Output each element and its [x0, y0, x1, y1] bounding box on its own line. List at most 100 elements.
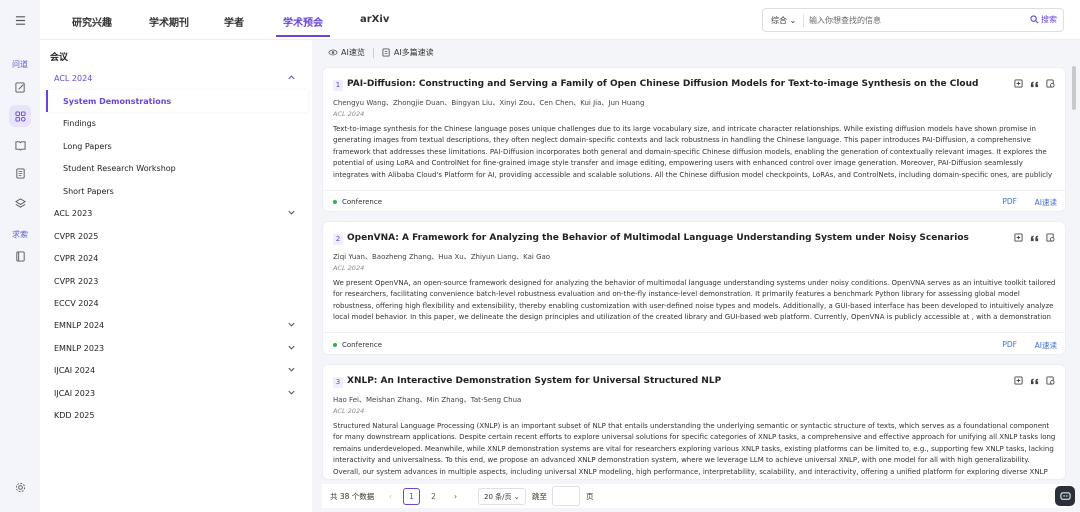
paper-title[interactable]: XNLP: An Interactive Demonstration Syste…: [347, 376, 721, 386]
sidebar-item-ijcai-2024[interactable]: IJCAI 2024: [40, 359, 312, 381]
document-icon[interactable]: [0, 166, 40, 180]
category-badge: Conference: [333, 198, 382, 206]
paper-title[interactable]: OpenVNA: A Framework for Analyzing the B…: [347, 233, 969, 243]
quote-icon[interactable]: [1030, 376, 1039, 385]
search-scope-select[interactable]: 综合 ⌄: [771, 15, 796, 26]
sidebar-item-label: KDD 2025: [54, 410, 95, 420]
paper-index: 3: [333, 377, 343, 388]
quote-icon[interactable]: [1030, 79, 1039, 88]
divider: [323, 332, 1065, 333]
edit-note-icon[interactable]: [0, 80, 40, 94]
sidebar-item-cvpr-2023[interactable]: CVPR 2023: [40, 270, 312, 292]
tab-conferences[interactable]: 学术预会: [283, 14, 323, 29]
discover-icon[interactable]: [9, 105, 31, 127]
goto-label: 跳至: [532, 492, 547, 501]
sidebar-item-label: EMNLP 2024: [54, 320, 105, 330]
status-dot: [333, 200, 337, 204]
left-rail: 问道 求索: [0, 0, 40, 512]
tab-journals[interactable]: 学术期刊: [149, 14, 189, 29]
sidebar-item-system-demonstrations[interactable]: System Demonstrations: [46, 90, 308, 112]
sidebar-item-student-research-workshop[interactable]: Student Research Workshop: [40, 157, 312, 179]
save-paper-icon[interactable]: [1046, 79, 1055, 88]
tab-arxiv[interactable]: arXiv: [360, 14, 389, 25]
paper-authors: Chengyu Wang、Zhongjie Duan、Bingyan Liu、X…: [333, 99, 645, 107]
ai-skim-button[interactable]: AI速览: [328, 47, 365, 58]
search-button[interactable]: 搜索: [1030, 14, 1057, 25]
next-page-icon[interactable]: ›: [447, 488, 464, 505]
search-icon: [1030, 15, 1039, 24]
scrollbar[interactable]: [1072, 66, 1076, 110]
goto-page-input[interactable]: [552, 486, 580, 506]
library-icon[interactable]: [0, 249, 40, 263]
chat-icon: [1059, 491, 1071, 500]
document-stack-icon: [382, 48, 390, 57]
assistant-button[interactable]: [1055, 486, 1075, 506]
sidebar-item-kdd-2025[interactable]: KDD 2025: [40, 404, 312, 426]
sidebar-item-acl-2024[interactable]: ACL 2024: [40, 67, 312, 89]
chevron-down-icon: [288, 390, 295, 395]
sidebar-item-cvpr-2024[interactable]: CVPR 2024: [40, 247, 312, 269]
settings-icon[interactable]: [0, 480, 40, 494]
ai-multi-read-button[interactable]: AI多篇速读: [382, 47, 434, 58]
sidebar-item-label: CVPR 2025: [54, 231, 99, 241]
sidebar-item-label: System Demonstrations: [63, 96, 172, 106]
sidebar-item-ijcai-2023[interactable]: IJCAI 2023: [40, 382, 312, 404]
sidebar-item-long-papers[interactable]: Long Papers: [40, 135, 312, 157]
paper-venue: ACL 2024: [333, 110, 365, 118]
pdf-link[interactable]: PDF: [1002, 340, 1017, 349]
sidebar-item-label: EMNLP 2023: [54, 343, 105, 353]
sidebar-item-label: ECCV 2024: [54, 298, 99, 308]
search-input[interactable]: [809, 13, 1009, 28]
sidebar-item-findings[interactable]: Findings: [40, 112, 312, 134]
page-size-select[interactable]: 20 条/页 ⌄: [478, 488, 526, 505]
chevron-up-icon: [288, 75, 295, 80]
page-button-1[interactable]: 1: [403, 488, 420, 505]
add-note-icon[interactable]: [1014, 79, 1023, 88]
menu-icon[interactable]: [0, 13, 40, 27]
sidebar-item-label: IJCAI 2023: [54, 388, 96, 398]
divider: [323, 190, 1065, 191]
sidebar-item-emnlp-2024[interactable]: EMNLP 2024: [40, 314, 312, 336]
tab-research-interests[interactable]: 研究兴趣: [72, 14, 112, 29]
book-icon[interactable]: [0, 138, 40, 152]
chevron-down-icon: [288, 345, 295, 350]
rail-label-wendao[interactable]: 问道: [0, 58, 40, 70]
conference-sidebar: 会议 ACL 2024 System Demonstrations Findin…: [40, 40, 312, 512]
add-note-icon[interactable]: [1014, 376, 1023, 385]
sidebar-item-acl-2023[interactable]: ACL 2023: [40, 202, 312, 224]
paper-authors: Hao Fei、Meishan Zhang、Min Zhang、Tat-Seng…: [333, 396, 522, 404]
sidebar-header: 会议: [50, 53, 69, 63]
page-button-2[interactable]: 2: [425, 488, 442, 505]
paper-actions: [1014, 376, 1055, 385]
ai-read-link[interactable]: AI速读: [1035, 197, 1057, 208]
save-paper-icon[interactable]: [1046, 376, 1055, 385]
paper-authors: Ziqi Yuan、Baozheng Zhang、Hua Xu、Zhiyun L…: [333, 253, 551, 261]
paper-card: 3 XNLP: An Interactive Demonstration Sys…: [322, 364, 1066, 480]
active-tab-indicator: [276, 35, 330, 37]
add-note-icon[interactable]: [1014, 233, 1023, 242]
sidebar-item-label: Findings: [63, 118, 96, 128]
sidebar-item-short-papers[interactable]: Short Papers: [40, 180, 312, 202]
paper-card: 1 PAI-Diffusion: Constructing and Servin…: [322, 67, 1066, 212]
sidebar-item-emnlp-2023[interactable]: EMNLP 2023: [40, 337, 312, 359]
paper-venue: ACL 2024: [333, 407, 365, 415]
category-label: Conference: [342, 341, 383, 349]
page-size-label: 20 条/页: [484, 492, 512, 501]
rail-label-qiusuo[interactable]: 求索: [0, 228, 40, 240]
sidebar-item-cvpr-2025[interactable]: CVPR 2025: [40, 225, 312, 247]
sidebar-item-eccv-2024[interactable]: ECCV 2024: [40, 292, 312, 314]
ai-toolbar: AI速览 AI多篇速读: [328, 47, 434, 58]
total-count: 共 38 个数据: [330, 492, 375, 501]
pdf-link[interactable]: PDF: [1002, 197, 1017, 206]
paper-title[interactable]: PAI-Diffusion: Constructing and Serving …: [347, 79, 978, 89]
ai-read-link[interactable]: AI速读: [1035, 340, 1057, 351]
sidebar-item-label: CVPR 2023: [54, 276, 99, 286]
paper-venue: ACL 2024: [333, 264, 365, 272]
prev-page-icon[interactable]: ‹: [382, 488, 399, 505]
sidebar-item-label: CVPR 2024: [54, 253, 99, 263]
paper-index: 1: [333, 80, 343, 91]
tab-scholars[interactable]: 学者: [224, 14, 244, 29]
layers-icon[interactable]: [0, 196, 40, 210]
quote-icon[interactable]: [1030, 233, 1039, 242]
save-paper-icon[interactable]: [1046, 233, 1055, 242]
